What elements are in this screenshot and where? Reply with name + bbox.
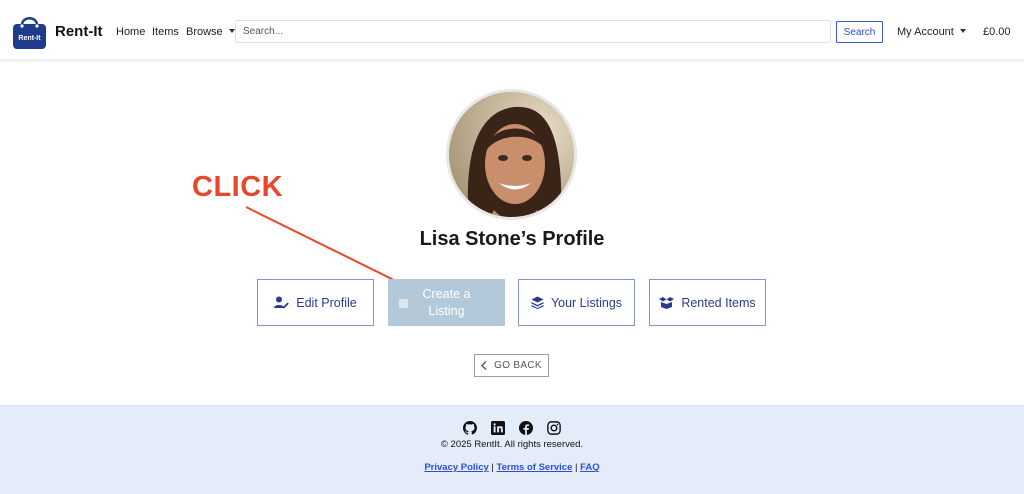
click-annotation-label: CLICK (192, 171, 284, 203)
search-input[interactable] (235, 20, 831, 43)
search-button[interactable]: Search (836, 21, 883, 43)
nav-browse-label: Browse (186, 26, 223, 38)
plus-square-icon (399, 299, 408, 308)
avatar-photo (449, 92, 574, 217)
facebook-icon[interactable] (519, 421, 533, 435)
create-listing-label: Create a Listing (422, 286, 471, 318)
logo-text: Rent-It (18, 35, 41, 42)
instagram-icon[interactable] (547, 421, 561, 435)
caret-down-icon (959, 29, 966, 33)
create-listing-button[interactable]: Create a Listing (388, 279, 505, 326)
rented-items-button[interactable]: Rented Items (649, 279, 766, 326)
chevron-left-icon (481, 361, 487, 370)
brand-name[interactable]: Rent-It (55, 23, 103, 40)
layers-icon (531, 296, 544, 309)
nav-home-link[interactable]: Home (116, 26, 145, 38)
go-back-label: GO BACK (494, 360, 542, 371)
cart-total[interactable]: £0.00 (983, 26, 1011, 38)
github-icon[interactable] (463, 421, 477, 435)
nav-items-link[interactable]: Items (152, 26, 179, 38)
profile-title: Lisa Stone’s Profile (419, 228, 605, 250)
my-account-dropdown[interactable]: My Account (897, 26, 966, 38)
footer-separator: | (491, 462, 494, 473)
your-listings-button[interactable]: Your Listings (518, 279, 635, 326)
terms-of-service-link[interactable]: Terms of Service (497, 462, 573, 473)
navbar: Rent-It Rent-It Home Items Browse Search… (0, 0, 1024, 62)
faq-link[interactable]: FAQ (580, 462, 600, 473)
footer-separator: | (575, 462, 578, 473)
shopping-bag-logo-icon[interactable] (11, 13, 48, 50)
copyright-text: © 2025 RentIt. All rights reserved. (440, 439, 584, 450)
go-back-button[interactable]: GO BACK (474, 354, 549, 377)
privacy-policy-link[interactable]: Privacy Policy (424, 462, 488, 473)
footer: © 2025 RentIt. All rights reserved. Priv… (0, 405, 1024, 494)
user-edit-icon (274, 296, 290, 309)
edit-profile-button[interactable]: Edit Profile (257, 279, 374, 326)
edit-profile-label: Edit Profile (296, 295, 357, 310)
box-open-icon (659, 296, 675, 309)
nav-browse-dropdown[interactable]: Browse (186, 26, 235, 38)
your-listings-label: Your Listings (550, 295, 623, 310)
caret-down-icon (228, 29, 235, 33)
rented-items-label: Rented Items (681, 295, 756, 310)
profile-avatar (446, 89, 577, 220)
my-account-label: My Account (897, 26, 954, 38)
linkedin-icon[interactable] (491, 421, 505, 435)
footer-links: Privacy Policy | Terms of Service | FAQ (0, 462, 1024, 473)
